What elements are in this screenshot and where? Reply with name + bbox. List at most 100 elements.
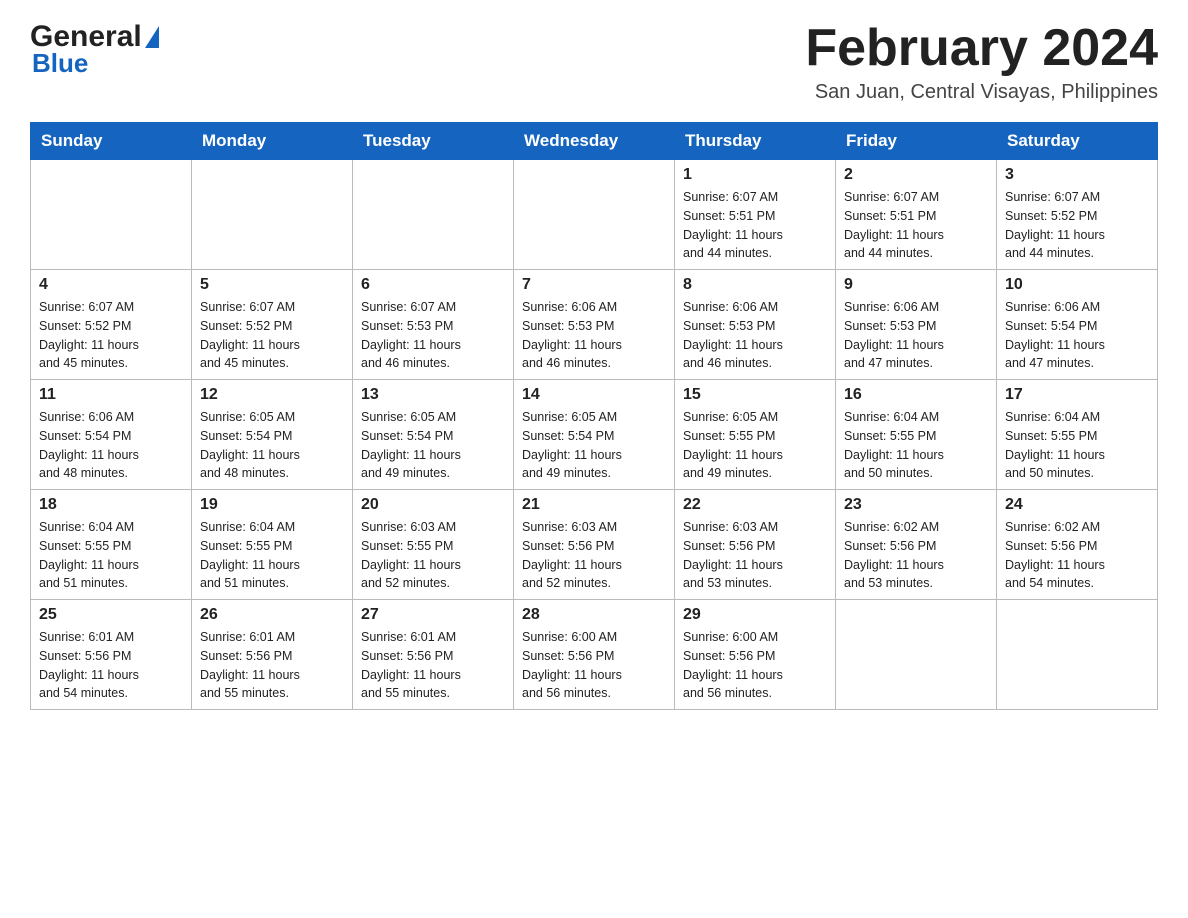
day-info-24: Sunrise: 6:02 AMSunset: 5:56 PMDaylight:…	[1005, 518, 1149, 593]
day-number-9: 9	[844, 276, 988, 294]
day-info-7: Sunrise: 6:06 AMSunset: 5:53 PMDaylight:…	[522, 298, 666, 373]
day-number-14: 14	[522, 386, 666, 404]
week-row-3: 11Sunrise: 6:06 AMSunset: 5:54 PMDayligh…	[31, 380, 1158, 490]
day-info-8: Sunrise: 6:06 AMSunset: 5:53 PMDaylight:…	[683, 298, 827, 373]
calendar-cell-w2-d6: 9Sunrise: 6:06 AMSunset: 5:53 PMDaylight…	[836, 270, 997, 380]
day-number-12: 12	[200, 386, 344, 404]
calendar-cell-w2-d7: 10 Sunrise: 6:06 AMSunset: 5:54 PMDayligh…	[997, 270, 1158, 380]
logo: General Blue	[30, 20, 159, 79]
calendar-cell-w1-d6: 2 Sunrise: 6:07 AMSunset: 5:51 PMDaylight…	[836, 160, 997, 270]
calendar-cell-w1-d5: 1 Sunrise: 6:07 AMSunset: 5:51 PMDaylight…	[675, 160, 836, 270]
title-area: February 2024 San Juan, Central Visayas,…	[805, 20, 1158, 104]
calendar-cell-w4-d5: 22 Sunrise: 6:03 AMSunset: 5:56 PMDayligh…	[675, 490, 836, 600]
day-info-4: Sunrise: 6:07 AMSunset: 5:52 PMDaylight:…	[39, 298, 183, 373]
day-number-29: 29	[683, 606, 827, 624]
col-header-wednesday: Wednesday	[514, 123, 675, 160]
calendar-cell-w3-d4: 14 Sunrise: 6:05 AMSunset: 5:54 PMDayligh…	[514, 380, 675, 490]
calendar-cell-w1-d7: 3 Sunrise: 6:07 AMSunset: 5:52 PMDaylight…	[997, 160, 1158, 270]
day-number-2: 2	[844, 166, 988, 184]
day-number-19: 19	[200, 496, 344, 514]
day-number-4: 4	[39, 276, 183, 294]
calendar-cell-w2-d3: 6 Sunrise: 6:07 AMSunset: 5:53 PMDaylight…	[353, 270, 514, 380]
day-number-13: 13	[361, 386, 505, 404]
col-header-sunday: Sunday	[31, 123, 192, 160]
calendar-cell-w3-d7: 17 Sunrise: 6:04 AMSunset: 5:55 PMDayligh…	[997, 380, 1158, 490]
day-info-6: Sunrise: 6:07 AMSunset: 5:53 PMDaylight:…	[361, 298, 505, 373]
col-header-friday: Friday	[836, 123, 997, 160]
calendar-table: Sunday Monday Tuesday Wednesday Thursday…	[30, 122, 1158, 710]
calendar-cell-w3-d2: 12 Sunrise: 6:05 AMSunset: 5:54 PMDayligh…	[192, 380, 353, 490]
day-number-1: 1	[683, 166, 827, 184]
col-header-tuesday: Tuesday	[353, 123, 514, 160]
day-number-21: 21	[522, 496, 666, 514]
day-number-24: 24	[1005, 496, 1149, 514]
calendar-cell-w4-d3: 20 Sunrise: 6:03 AMSunset: 5:55 PMDayligh…	[353, 490, 514, 600]
week-row-2: 4 Sunrise: 6:07 AMSunset: 5:52 PMDaylight…	[31, 270, 1158, 380]
calendar-cell-w3-d6: 16 Sunrise: 6:04 AMSunset: 5:55 PMDayligh…	[836, 380, 997, 490]
day-info-11: Sunrise: 6:06 AMSunset: 5:54 PMDaylight:…	[39, 408, 183, 483]
calendar-header-row: Sunday Monday Tuesday Wednesday Thursday…	[31, 123, 1158, 160]
day-number-6: 6	[361, 276, 505, 294]
day-number-28: 28	[522, 606, 666, 624]
day-number-3: 3	[1005, 166, 1149, 184]
day-number-17: 17	[1005, 386, 1149, 404]
day-number-16: 16	[844, 386, 988, 404]
calendar-cell-w4-d2: 19 Sunrise: 6:04 AMSunset: 5:55 PMDayligh…	[192, 490, 353, 600]
day-info-21: Sunrise: 6:03 AMSunset: 5:56 PMDaylight:…	[522, 518, 666, 593]
calendar-cell-w4-d7: 24 Sunrise: 6:02 AMSunset: 5:56 PMDayligh…	[997, 490, 1158, 600]
day-number-8: 8	[683, 276, 827, 294]
day-info-10: Sunrise: 6:06 AMSunset: 5:54 PMDaylight:…	[1005, 298, 1149, 373]
col-header-saturday: Saturday	[997, 123, 1158, 160]
logo-area: General Blue	[30, 20, 159, 79]
day-number-26: 26	[200, 606, 344, 624]
day-info-16: Sunrise: 6:04 AMSunset: 5:55 PMDaylight:…	[844, 408, 988, 483]
calendar-cell-w4-d4: 21 Sunrise: 6:03 AMSunset: 5:56 PMDayligh…	[514, 490, 675, 600]
calendar-cell-w4-d1: 18 Sunrise: 6:04 AMSunset: 5:55 PMDayligh…	[31, 490, 192, 600]
day-info-23: Sunrise: 6:02 AMSunset: 5:56 PMDaylight:…	[844, 518, 988, 593]
day-info-14: Sunrise: 6:05 AMSunset: 5:54 PMDaylight:…	[522, 408, 666, 483]
calendar-cell-w3-d1: 11Sunrise: 6:06 AMSunset: 5:54 PMDayligh…	[31, 380, 192, 490]
day-info-27: Sunrise: 6:01 AMSunset: 5:56 PMDaylight:…	[361, 628, 505, 703]
page-header: General Blue February 2024 San Juan, Cen…	[30, 20, 1158, 104]
calendar-cell-w3-d3: 13 Sunrise: 6:05 AMSunset: 5:54 PMDayligh…	[353, 380, 514, 490]
logo-arrow-icon	[145, 26, 159, 48]
calendar-cell-w5-d6	[836, 600, 997, 710]
calendar-cell-w2-d1: 4 Sunrise: 6:07 AMSunset: 5:52 PMDaylight…	[31, 270, 192, 380]
col-header-thursday: Thursday	[675, 123, 836, 160]
calendar-cell-w1-d3	[353, 160, 514, 270]
month-year-title: February 2024	[805, 20, 1158, 77]
day-number-20: 20	[361, 496, 505, 514]
day-info-17: Sunrise: 6:04 AMSunset: 5:55 PMDaylight:…	[1005, 408, 1149, 483]
day-info-1: Sunrise: 6:07 AMSunset: 5:51 PMDaylight:…	[683, 188, 827, 263]
day-number-22: 22	[683, 496, 827, 514]
day-info-22: Sunrise: 6:03 AMSunset: 5:56 PMDaylight:…	[683, 518, 827, 593]
day-number-18: 18	[39, 496, 183, 514]
week-row-1: 1 Sunrise: 6:07 AMSunset: 5:51 PMDaylight…	[31, 160, 1158, 270]
calendar-cell-w5-d5: 29 Sunrise: 6:00 AMSunset: 5:56 PMDayligh…	[675, 600, 836, 710]
day-info-2: Sunrise: 6:07 AMSunset: 5:51 PMDaylight:…	[844, 188, 988, 263]
day-number-25: 25	[39, 606, 183, 624]
calendar-cell-w2-d2: 5Sunrise: 6:07 AMSunset: 5:52 PMDaylight…	[192, 270, 353, 380]
day-info-3: Sunrise: 6:07 AMSunset: 5:52 PMDaylight:…	[1005, 188, 1149, 263]
day-info-25: Sunrise: 6:01 AMSunset: 5:56 PMDaylight:…	[39, 628, 183, 703]
calendar-cell-w1-d4	[514, 160, 675, 270]
day-info-19: Sunrise: 6:04 AMSunset: 5:55 PMDaylight:…	[200, 518, 344, 593]
calendar-cell-w5-d4: 28Sunrise: 6:00 AMSunset: 5:56 PMDayligh…	[514, 600, 675, 710]
day-number-10: 10	[1005, 276, 1149, 294]
calendar-cell-w5-d7	[997, 600, 1158, 710]
day-info-13: Sunrise: 6:05 AMSunset: 5:54 PMDaylight:…	[361, 408, 505, 483]
col-header-monday: Monday	[192, 123, 353, 160]
calendar-cell-w4-d6: 23Sunrise: 6:02 AMSunset: 5:56 PMDayligh…	[836, 490, 997, 600]
day-info-20: Sunrise: 6:03 AMSunset: 5:55 PMDaylight:…	[361, 518, 505, 593]
week-row-5: 25 Sunrise: 6:01 AMSunset: 5:56 PMDayligh…	[31, 600, 1158, 710]
calendar-cell-w5-d3: 27 Sunrise: 6:01 AMSunset: 5:56 PMDayligh…	[353, 600, 514, 710]
day-info-18: Sunrise: 6:04 AMSunset: 5:55 PMDaylight:…	[39, 518, 183, 593]
day-info-12: Sunrise: 6:05 AMSunset: 5:54 PMDaylight:…	[200, 408, 344, 483]
calendar-cell-w5-d1: 25 Sunrise: 6:01 AMSunset: 5:56 PMDayligh…	[31, 600, 192, 710]
day-info-29: Sunrise: 6:00 AMSunset: 5:56 PMDaylight:…	[683, 628, 827, 703]
day-number-15: 15	[683, 386, 827, 404]
calendar-cell-w3-d5: 15Sunrise: 6:05 AMSunset: 5:55 PMDayligh…	[675, 380, 836, 490]
calendar-cell-w1-d2	[192, 160, 353, 270]
day-number-7: 7	[522, 276, 666, 294]
day-number-27: 27	[361, 606, 505, 624]
